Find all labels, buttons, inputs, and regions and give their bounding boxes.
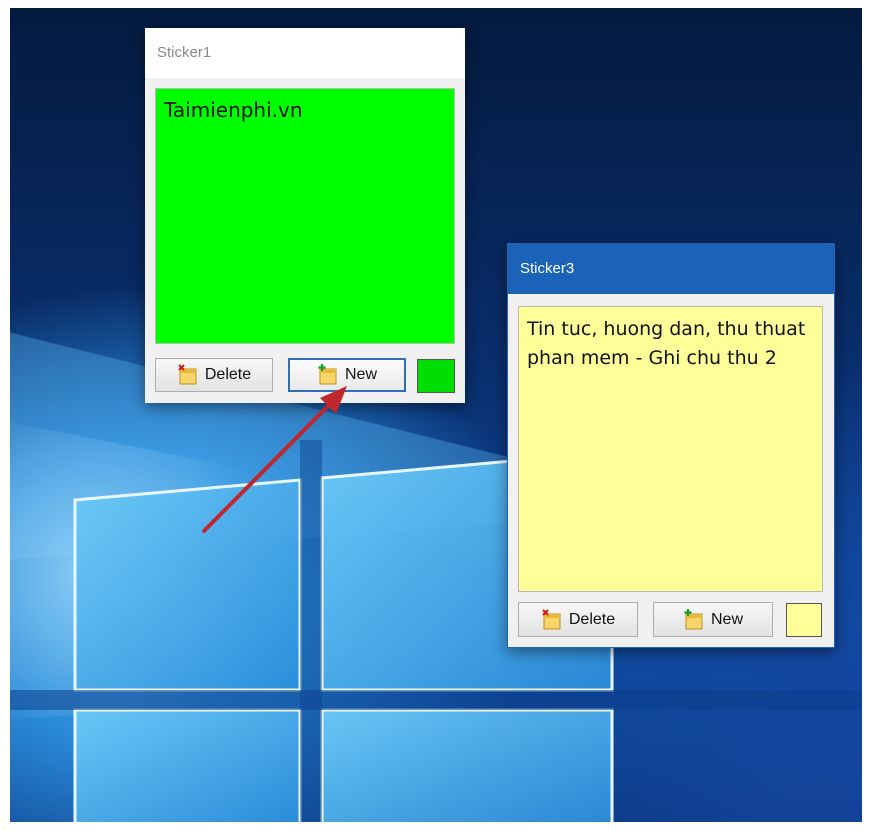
sticker1-delete-label: Delete: [204, 366, 252, 383]
sticker1-delete-button[interactable]: Delete: [155, 358, 273, 392]
sticker3-window: Sticker3 Tin tuc, huong dan, thu thuat p…: [507, 243, 835, 648]
sticker1-color-swatch[interactable]: [417, 359, 455, 393]
logo-pane-bottom-right: [320, 708, 614, 831]
note-new-icon: [317, 364, 339, 386]
frame-top: [0, 0, 870, 8]
sticker3-new-button[interactable]: New: [653, 602, 773, 637]
sticker3-delete-label: Delete: [568, 610, 616, 628]
logo-pane-top-left: [73, 478, 302, 692]
sticker1-window: Sticker1 Taimienphi.vn Delete New: [145, 28, 465, 403]
sticker1-title[interactable]: Sticker1: [145, 28, 465, 78]
sticker3-note-area[interactable]: Tin tuc, huong dan, thu thuat phan mem -…: [518, 306, 823, 592]
logo-pane-bottom-left: [73, 708, 302, 831]
note-delete-icon: [177, 364, 199, 386]
frame-bottom: [0, 822, 870, 831]
note-delete-icon: [541, 608, 563, 631]
sticker1-new-button[interactable]: New: [288, 358, 406, 392]
frame-left: [0, 0, 10, 831]
sticker3-title[interactable]: Sticker3: [508, 244, 834, 294]
sticker1-new-label: New: [344, 366, 377, 383]
sticker3-new-label: New: [710, 610, 743, 628]
sticker1-note-area[interactable]: Taimienphi.vn: [155, 88, 455, 344]
sticker3-color-swatch[interactable]: [786, 603, 822, 637]
sticker3-delete-button[interactable]: Delete: [518, 602, 638, 637]
frame-right: [862, 0, 870, 831]
note-new-icon: [683, 608, 705, 631]
